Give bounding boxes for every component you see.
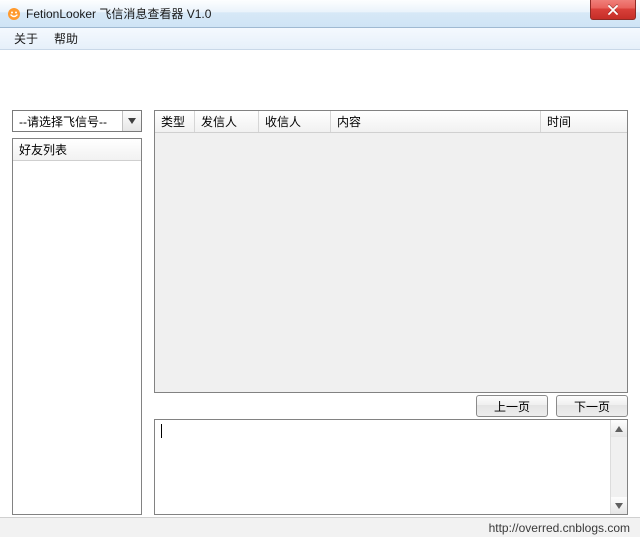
- col-sender[interactable]: 发信人: [195, 111, 259, 132]
- menu-about[interactable]: 关于: [6, 28, 46, 49]
- message-list[interactable]: 类型 发信人 收信人 内容 时间: [154, 110, 628, 393]
- friend-list-panel: 好友列表: [12, 138, 142, 515]
- dropdown-button[interactable]: [122, 111, 141, 131]
- col-type[interactable]: 类型: [155, 111, 195, 132]
- chevron-down-icon: [128, 118, 136, 124]
- statusbar: http://overred.cnblogs.com: [0, 517, 640, 537]
- friend-list-header[interactable]: 好友列表: [13, 139, 141, 161]
- menubar: 关于 帮助: [0, 28, 640, 50]
- col-time[interactable]: 时间: [541, 111, 627, 132]
- next-page-button[interactable]: 下一页: [556, 395, 628, 417]
- message-list-header: 类型 发信人 收信人 内容 时间: [155, 111, 627, 133]
- status-url: http://overred.cnblogs.com: [489, 521, 630, 535]
- detail-scrollbar[interactable]: [610, 420, 627, 514]
- chevron-up-icon: [615, 426, 623, 432]
- scroll-down-button[interactable]: [611, 497, 627, 514]
- body-row: --请选择飞信号-- 好友列表 类型 发信人 收信人 内容: [12, 110, 628, 515]
- friend-list-body[interactable]: [13, 161, 141, 514]
- right-column: 类型 发信人 收信人 内容 时间 上一页 下一页: [154, 110, 628, 515]
- prev-page-button[interactable]: 上一页: [476, 395, 548, 417]
- message-list-body[interactable]: [155, 133, 627, 392]
- close-button[interactable]: [590, 0, 636, 20]
- chevron-down-icon: [615, 503, 623, 509]
- scroll-up-button[interactable]: [611, 420, 627, 437]
- col-receiver[interactable]: 收信人: [259, 111, 331, 132]
- pager: 上一页 下一页: [154, 393, 628, 419]
- close-icon: [607, 5, 619, 15]
- window-title: FetionLooker 飞信消息查看器 V1.0: [26, 5, 211, 22]
- detail-textarea[interactable]: [154, 419, 628, 515]
- col-content[interactable]: 内容: [331, 111, 541, 132]
- fetion-id-select[interactable]: --请选择飞信号--: [12, 110, 142, 132]
- app-window: FetionLooker 飞信消息查看器 V1.0 关于 帮助 --请选择飞信号…: [0, 0, 640, 537]
- text-caret: [161, 424, 162, 438]
- menu-help[interactable]: 帮助: [46, 28, 86, 49]
- left-column: --请选择飞信号-- 好友列表: [12, 110, 142, 515]
- client-area: --请选择飞信号-- 好友列表 类型 发信人 收信人 内容: [4, 52, 636, 517]
- fetion-id-select-text: --请选择飞信号--: [19, 113, 122, 130]
- detail-textarea-content[interactable]: [155, 420, 610, 514]
- titlebar[interactable]: FetionLooker 飞信消息查看器 V1.0: [0, 0, 640, 28]
- app-icon: [6, 6, 22, 22]
- toolbar-spacer: [4, 52, 636, 110]
